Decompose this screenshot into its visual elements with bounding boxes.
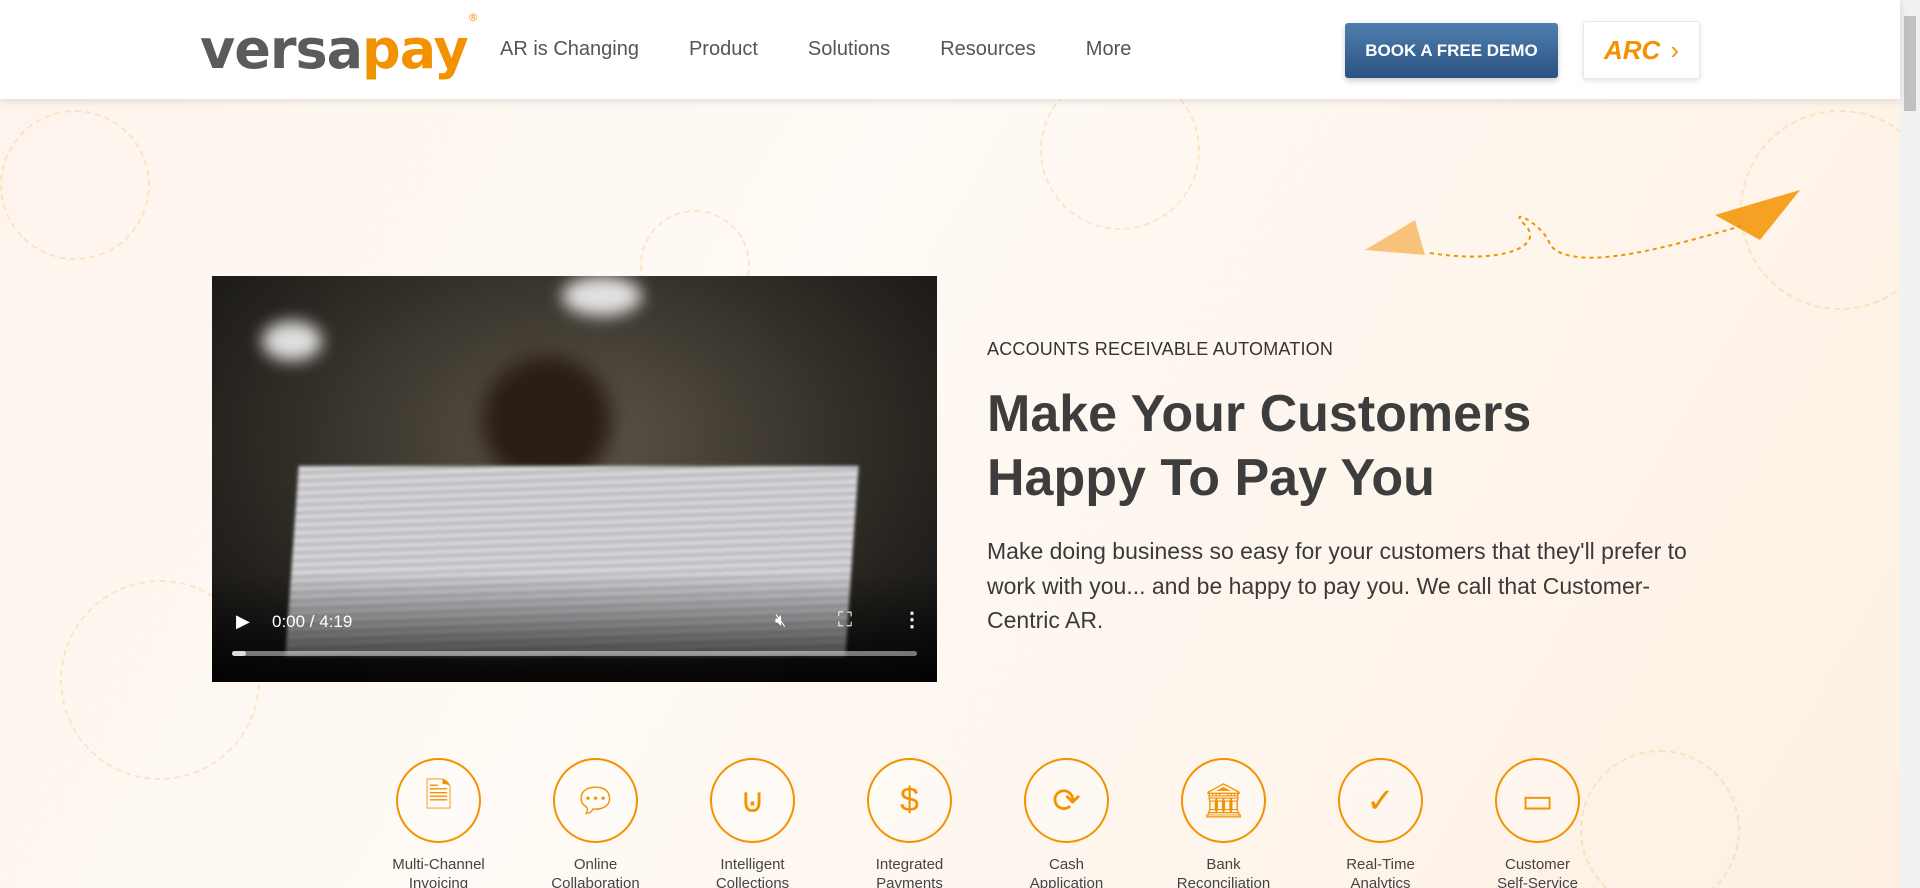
fullscreen-icon[interactable]: ⛶	[838, 609, 852, 632]
feature-label: Multi-Channel Invoicing	[369, 855, 509, 888]
feature-item[interactable]: $ Integrated Payments	[831, 758, 988, 888]
mute-icon[interactable]: 🔇︎	[775, 610, 786, 631]
registered-mark: ®	[467, 11, 479, 24]
feature-label-line: Intelligent	[720, 856, 785, 873]
cash-cycle-icon: ⟳	[1024, 758, 1109, 843]
scrollbar-thumb[interactable]	[1904, 16, 1916, 111]
feature-label-line: Multi-Channel	[392, 856, 485, 873]
feature-item[interactable]: ✓ Real-Time Analytics	[1302, 758, 1459, 888]
card-icon: ▭	[1495, 758, 1580, 843]
feature-item[interactable]: 🏛︎ Bank Reconciliation	[1145, 758, 1302, 888]
feature-label: Integrated Payments	[840, 855, 980, 888]
hero-title-line: Make Your Customers	[987, 385, 1532, 443]
feature-label: Customer Self-Service	[1468, 855, 1608, 888]
hero-eyebrow: ACCOUNTS RECEIVABLE AUTOMATION	[987, 339, 1334, 359]
feature-label: Bank Reconciliation	[1154, 855, 1294, 888]
feature-label: Real-Time Analytics	[1311, 855, 1451, 888]
nav-ar-is-changing[interactable]: AR is Changing	[500, 38, 639, 61]
bank-icon: 🏛︎	[1181, 758, 1266, 843]
feature-list: 🗎 Multi-Channel Invoicing 💬︎ Online Collabora…	[360, 758, 1616, 888]
magnet-icon: ⊍	[710, 758, 795, 843]
feature-label-line: Integrated	[875, 856, 944, 873]
video-progress-bar[interactable]	[232, 651, 917, 656]
feature-item[interactable]: 🗎 Multi-Channel Invoicing	[360, 758, 517, 888]
feature-label-line: Invoicing	[408, 875, 469, 888]
arc-logo: ARC	[1603, 34, 1661, 65]
book-demo-button[interactable]: BOOK A FREE DEMO	[1345, 23, 1558, 78]
feature-label-line: Collections	[715, 875, 790, 888]
hero-title: Make Your Customers Happy To Pay You	[987, 382, 1707, 510]
feature-label: Intelligent Collections	[683, 855, 823, 888]
feature-label-line: Cash	[1048, 856, 1085, 873]
feature-label-line: Online	[573, 856, 618, 873]
feature-label-line: Reconciliation	[1176, 875, 1271, 888]
feature-item[interactable]: 💬︎ Online Collaboration	[517, 758, 674, 888]
hero-description: Make doing business so easy for your cus…	[987, 538, 1687, 633]
versapay-logo[interactable]: versapay®	[200, 11, 479, 81]
dollar-icon: $	[867, 758, 952, 843]
feature-label: Online Collaboration	[526, 855, 666, 888]
feature-item[interactable]: ▭ Customer Self-Service	[1459, 758, 1616, 888]
video-frame	[562, 276, 642, 316]
hero-title-line: Happy To Pay You	[987, 449, 1435, 507]
feature-label-line: Self-Service	[1497, 875, 1578, 888]
nav-more[interactable]: More	[1086, 38, 1132, 61]
nav-product[interactable]: Product	[689, 38, 758, 61]
feature-label-line: Collaboration	[551, 875, 640, 888]
feature-item[interactable]: ⊍ Intelligent Collections	[674, 758, 831, 888]
scrollbar[interactable]	[1900, 0, 1920, 888]
nav-solutions[interactable]: Solutions	[808, 38, 890, 61]
more-options-icon[interactable]: ⋮	[902, 607, 922, 632]
video-player[interactable]: ▶ 0:00 / 4:19 🔇︎ ⛶ ⋮	[212, 276, 937, 682]
video-frame	[262, 321, 322, 361]
arc-button[interactable]: ARC ›	[1583, 21, 1700, 79]
feature-label-line: Customer	[1504, 856, 1571, 873]
feature-label-line: Application	[1029, 875, 1104, 888]
video-progress-fill	[232, 651, 246, 656]
chat-icon: 💬︎	[553, 758, 638, 843]
feature-item[interactable]: ⟳ Cash Application	[988, 758, 1145, 888]
nav-resources[interactable]: Resources	[940, 38, 1036, 61]
main-nav: AR is Changing Product Solutions Resourc…	[500, 38, 1181, 61]
invoice-icon: 🗎	[396, 758, 481, 843]
feature-label-line: Payments	[876, 875, 943, 888]
decor-ring	[0, 110, 150, 260]
play-icon[interactable]: ▶	[236, 611, 250, 632]
analytics-icon: ✓	[1338, 758, 1423, 843]
feature-label-line: Real-Time	[1346, 856, 1415, 873]
paper-plane-illustration	[1365, 190, 1800, 259]
feature-label-line: Analytics	[1350, 875, 1411, 888]
hero-section: ACCOUNTS RECEIVABLE AUTOMATION Make Your…	[987, 339, 1707, 638]
video-time: 0:00 / 4:19	[272, 612, 353, 631]
logo-text: pay	[362, 18, 469, 81]
chevron-right-icon: ›	[1670, 34, 1679, 65]
logo-text: versa	[200, 18, 363, 81]
feature-label: Cash Application	[997, 855, 1137, 888]
feature-label-line: Bank	[1206, 856, 1241, 873]
site-header: versapay® AR is Changing Product Solutio…	[0, 0, 1900, 99]
